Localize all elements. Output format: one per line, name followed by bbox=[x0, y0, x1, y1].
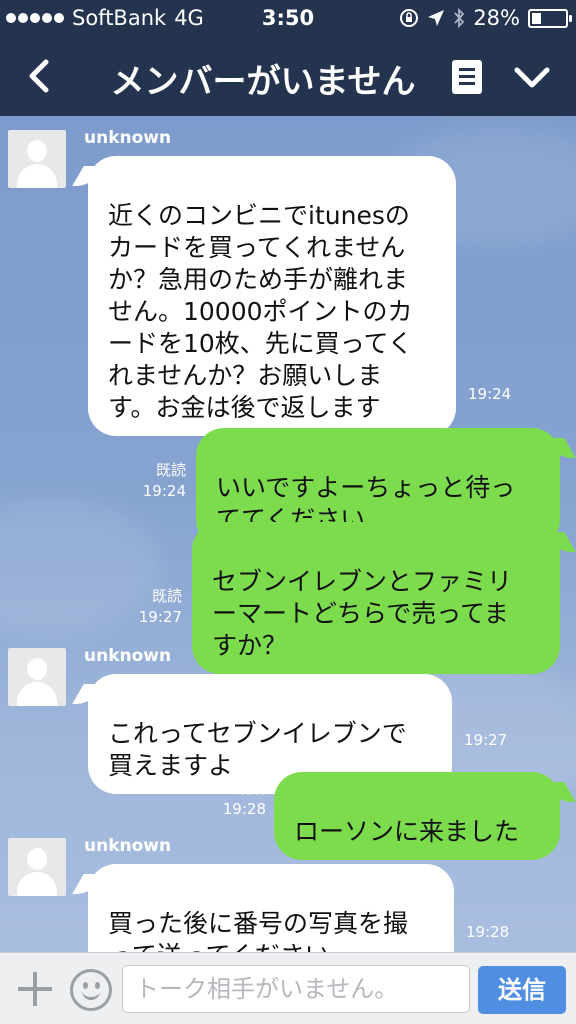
message-time: 19:28 bbox=[466, 923, 510, 941]
battery-icon bbox=[528, 8, 572, 28]
page-title: メンバーがいません bbox=[110, 62, 416, 102]
menu-icon[interactable] bbox=[452, 60, 482, 94]
message-time: 19:28 bbox=[222, 800, 266, 818]
message-time: 19:27 bbox=[138, 608, 182, 626]
chevron-down-icon[interactable] bbox=[512, 60, 552, 96]
avatar[interactable] bbox=[8, 838, 66, 896]
location-arrow-icon bbox=[428, 10, 445, 26]
sender-name: unknown bbox=[84, 836, 172, 856]
message-input[interactable] bbox=[122, 965, 470, 1013]
message-text: ローソンに来ました bbox=[294, 817, 520, 846]
read-receipt-meta: 既読 19:27 bbox=[132, 586, 182, 628]
read-receipt-meta: 既読 19:24 bbox=[136, 460, 186, 502]
input-bar: 送信 bbox=[0, 952, 576, 1024]
orientation-lock-icon bbox=[400, 9, 419, 27]
read-label: 既読 bbox=[155, 461, 186, 479]
sender-name: unknown bbox=[84, 646, 172, 666]
message-text: 近くのコンビニでitunesの カードを買ってくれません か？急用のため手が離れ… bbox=[108, 201, 413, 422]
avatar[interactable] bbox=[8, 130, 66, 188]
emoji-icon[interactable] bbox=[70, 969, 112, 1011]
message-text: 買った後に番号の写真を撮 って送ってください。 bbox=[108, 909, 409, 952]
message-text: セブンイレブンとファミリ ーマートどちらで売ってま すか？ bbox=[212, 567, 513, 660]
bluetooth-icon bbox=[454, 8, 465, 28]
read-label: 既読 bbox=[151, 587, 182, 605]
message-time: 19:24 bbox=[142, 482, 186, 500]
read-receipt-meta: 既読 19:28 bbox=[216, 778, 266, 820]
message-bubble-incoming[interactable]: 買った後に番号の写真を撮 って送ってください。 bbox=[88, 864, 454, 952]
chat-area[interactable]: unknown 近くのコンビニでitunesの カードを買ってくれません か？急… bbox=[0, 116, 576, 952]
message-time: 19:27 bbox=[464, 731, 508, 749]
sender-name: unknown bbox=[84, 128, 172, 148]
message-time: 19:24 bbox=[468, 385, 512, 403]
message-text: これってセブンイレブンで 買えますよ bbox=[108, 719, 407, 780]
status-right: 28% bbox=[399, 6, 572, 30]
message-bubble-outgoing[interactable]: ローソンに来ました bbox=[274, 772, 560, 860]
battery-fill bbox=[532, 12, 541, 24]
read-label: 既読 bbox=[235, 779, 266, 797]
send-button[interactable]: 送信 bbox=[478, 966, 566, 1014]
status-bar: SoftBank 4G 3:50 28% bbox=[0, 0, 576, 38]
avatar[interactable] bbox=[8, 648, 66, 706]
plus-icon[interactable] bbox=[18, 972, 52, 1006]
back-icon[interactable] bbox=[20, 56, 60, 96]
nav-bar: メンバーがいません bbox=[0, 38, 576, 116]
message-bubble-outgoing[interactable]: セブンイレブンとファミリ ーマートどちらで売ってま すか？ bbox=[192, 522, 560, 674]
message-bubble-incoming[interactable]: 近くのコンビニでitunesの カードを買ってくれません か？急用のため手が離れ… bbox=[88, 156, 456, 436]
battery-percent: 28% bbox=[473, 6, 520, 30]
